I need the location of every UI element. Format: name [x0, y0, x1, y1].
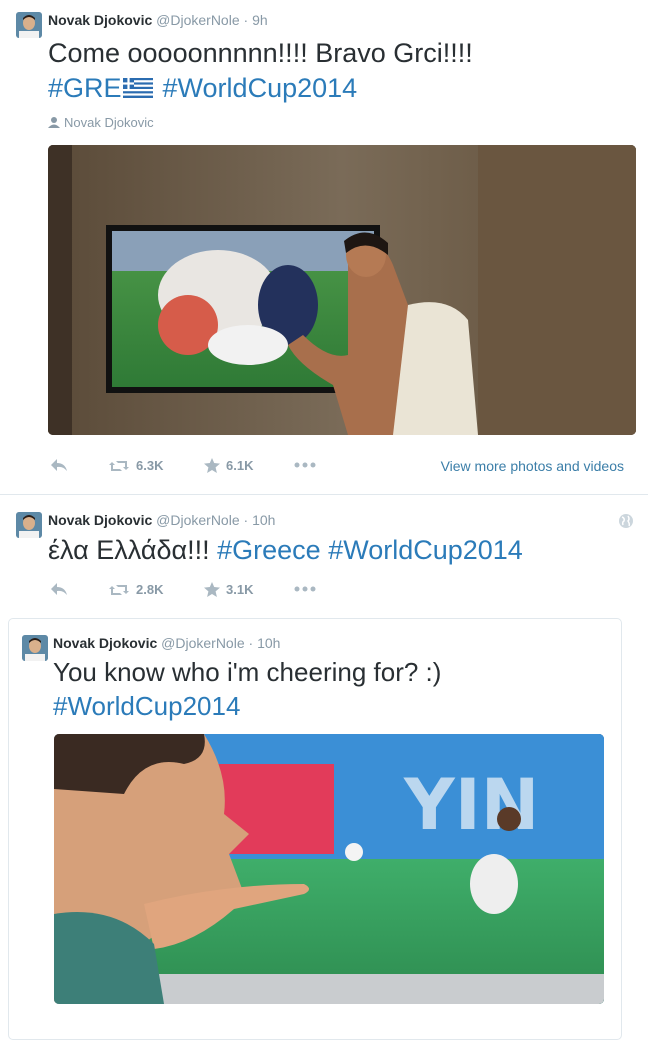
svg-text:YIN: YIN [403, 764, 539, 846]
media-context[interactable]: Novak Djokovic [48, 115, 154, 131]
timestamp[interactable]: 9h [252, 12, 268, 28]
reply-icon [50, 458, 68, 472]
reply-icon [50, 582, 68, 596]
view-more-link[interactable]: View more photos and videos [441, 458, 624, 474]
person-icon [48, 116, 60, 131]
media-context-label: Novak Djokovic [64, 115, 154, 130]
avatar[interactable] [22, 635, 48, 661]
tweet-text-line-2: #GRE #WorldCup2014 [48, 71, 357, 107]
avatar[interactable] [16, 12, 42, 38]
star-icon [204, 458, 220, 473]
tweet-text-line-1: You know who i'm cheering for? :) [53, 657, 442, 687]
author-name[interactable]: Novak Djokovic [48, 12, 152, 28]
tweet-text-plain: έλα Ελλάδα!!! [48, 535, 210, 565]
tweet-2: Novak Djokovic @DjokerNole · 10h έλα Ελλ… [0, 495, 648, 605]
retweet-icon [108, 583, 130, 597]
star-icon [204, 582, 220, 597]
timestamp[interactable]: 10h [252, 512, 275, 528]
author-name[interactable]: Novak Djokovic [48, 512, 152, 528]
retweet-count: 2.8K [136, 582, 164, 597]
more-button[interactable] [294, 460, 316, 470]
reply-button[interactable] [50, 582, 68, 596]
favorite-button[interactable]: 3.1K [204, 582, 253, 597]
author-handle[interactable]: @DjokerNole [156, 12, 239, 28]
favorite-count: 6.1K [226, 458, 254, 473]
reply-button[interactable] [50, 458, 68, 472]
tweet-text: έλα Ελλάδα!!! #Greece #WorldCup2014 [48, 533, 523, 568]
hashtag-worldcup2014[interactable]: #WorldCup2014 [328, 535, 523, 565]
more-button[interactable] [294, 584, 316, 594]
hashtag-worldcup2014[interactable]: #WorldCup2014 [163, 73, 358, 103]
tweet-header: Novak Djokovic @DjokerNole · 10h [48, 512, 275, 528]
tweet-header: Novak Djokovic @DjokerNole · 9h [48, 12, 268, 28]
retweet-count: 6.3K [136, 458, 164, 473]
hashtag-greece[interactable]: #Greece [217, 535, 321, 565]
retweet-button[interactable]: 6.3K [108, 458, 163, 473]
retweet-icon [108, 459, 130, 473]
more-dots-icon [294, 584, 316, 594]
hashtag-gre[interactable]: #GRE [48, 73, 122, 103]
tweet-actions: 6.3K 6.1K View more photos and videos [48, 458, 636, 478]
avatar[interactable] [16, 512, 42, 538]
separator: · [248, 635, 254, 651]
tweet-actions: 2.8K 3.1K [48, 582, 636, 602]
embedded-tweet-card[interactable]: Novak Djokovic @DjokerNole · 10h You kno… [8, 618, 622, 1040]
tweet-photo[interactable] [48, 145, 636, 435]
retweet-button[interactable]: 2.8K [108, 582, 163, 597]
favorite-count: 3.1K [226, 582, 254, 597]
author-name[interactable]: Novak Djokovic [53, 635, 157, 651]
tweet-text-line-2: #WorldCup2014 [53, 689, 240, 724]
favorite-button[interactable]: 6.1K [204, 458, 253, 473]
separator: · [243, 12, 249, 28]
greece-flag-icon [122, 72, 153, 107]
author-handle[interactable]: @DjokerNole [156, 512, 239, 528]
more-dots-icon [294, 460, 316, 470]
author-handle[interactable]: @DjokerNole [161, 635, 244, 651]
tweet-header: Novak Djokovic @DjokerNole · 10h [53, 635, 280, 651]
globe-icon [618, 513, 634, 534]
separator: · [243, 512, 249, 528]
tweet-photo[interactable]: YIN [54, 734, 604, 1004]
tweet-1: Novak Djokovic @DjokerNole · 9h Come ooo… [0, 0, 648, 494]
timestamp[interactable]: 10h [257, 635, 280, 651]
tweet-text-line-1: Come ooooonnnnn!!!! Bravo Grci!!!! [48, 38, 473, 68]
hashtag-worldcup2014[interactable]: #WorldCup2014 [53, 691, 240, 721]
